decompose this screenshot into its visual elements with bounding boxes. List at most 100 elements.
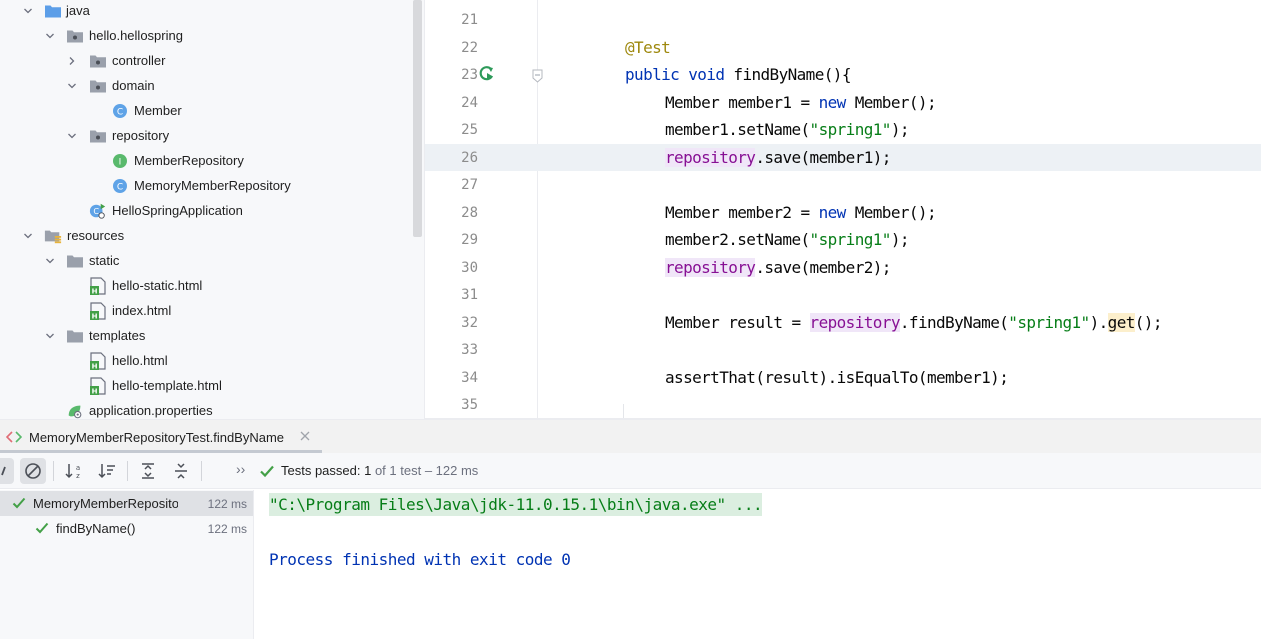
code-token: assertThat(result).isEqualTo(member1); — [665, 368, 1009, 387]
code-line[interactable]: 34 assertThat(result).isEqualTo(member1)… — [425, 364, 1261, 391]
tree-item-label: Member — [134, 103, 182, 118]
field-token: repository — [809, 313, 900, 332]
tree-item-templates[interactable]: templates — [0, 323, 411, 348]
check-icon — [35, 521, 49, 535]
console-command-line[interactable]: "C:\Program Files\Java\jdk-11.0.15.1\bin… — [269, 493, 763, 516]
tree-item-hello-html[interactable]: H hello.html — [0, 348, 411, 373]
code-line[interactable]: 28 Member member2 = new Member(); — [425, 199, 1261, 226]
tree-item-member-repository[interactable]: I MemberRepository — [0, 148, 411, 173]
tree-scrollbar-thumb[interactable] — [413, 0, 422, 237]
code-line[interactable]: 29 member2.setName("spring1"); — [425, 226, 1261, 253]
show-passed-toggle-icon[interactable] — [0, 458, 14, 484]
chevron-down-icon[interactable] — [64, 78, 80, 94]
test-result-row[interactable]: MemoryMemberRepositoryTest 122 ms — [0, 491, 253, 516]
code-editor[interactable]: 21 22 @Test 23 public void findByName(){… — [425, 0, 1261, 419]
line-number: 24 — [461, 94, 478, 111]
code-line[interactable]: 24 Member member1 = new Member(); — [425, 89, 1261, 116]
chevron-down-icon[interactable] — [42, 28, 58, 44]
chevron-down-icon[interactable] — [20, 3, 36, 19]
annotation-token: @Test — [625, 38, 671, 57]
tree-item-index-html[interactable]: H index.html — [0, 298, 411, 323]
project-tree: java hello.hellospring controller domain… — [0, 0, 425, 419]
tree-item-hello-static-html[interactable]: H hello-static.html — [0, 273, 411, 298]
field-token: repository — [665, 258, 756, 277]
code-line[interactable]: 23 public void findByName(){ — [425, 61, 1261, 88]
code-token: (); — [1134, 313, 1163, 332]
line-number: 23 — [461, 66, 478, 83]
svg-text:H: H — [92, 387, 98, 395]
console-output[interactable]: "C:\Program Files\Java\jdk-11.0.15.1\bin… — [255, 490, 1261, 639]
html-file-icon: H — [89, 276, 107, 295]
test-result-row[interactable]: findByName() 122 ms — [0, 516, 253, 541]
code-line[interactable]: 32 Member result = repository.findByName… — [425, 309, 1261, 336]
keyword-token: new — [818, 93, 847, 112]
code-line[interactable]: 22 @Test — [425, 34, 1261, 61]
tree-item-repository[interactable]: repository — [0, 123, 411, 148]
code-line[interactable]: 21 — [425, 6, 1261, 33]
tree-item-memory-member-repository[interactable]: C MemoryMemberRepository — [0, 173, 411, 198]
keyword-token: public — [625, 65, 680, 84]
chevron-down-icon[interactable] — [42, 328, 58, 344]
string-token: "spring1" — [809, 120, 892, 139]
tree-item-label: static — [89, 253, 120, 268]
tree-item-controller[interactable]: controller — [0, 48, 411, 73]
keyword-token: new — [818, 203, 847, 222]
line-number: 33 — [461, 341, 478, 358]
chevron-right-icon[interactable] — [64, 53, 80, 69]
code-line[interactable]: 33 — [425, 336, 1261, 363]
test-status-summary: Tests passed: 1 of 1 test – 122 ms — [281, 463, 478, 478]
tree-item-application-properties[interactable]: application.properties — [0, 398, 411, 419]
code-line[interactable]: 35 — [425, 391, 1261, 418]
code-text: Member result = repository.findByName("s… — [665, 313, 1162, 332]
expand-all-icon[interactable] — [135, 458, 161, 484]
tree-item-hello-spring-application[interactable]: C HelloSpringApplication — [0, 198, 411, 223]
more-actions-icon[interactable]: ›› — [236, 461, 245, 477]
sort-alphabetically-icon[interactable]: az — [61, 458, 87, 484]
tree-item-hello-template-html[interactable]: H hello-template.html — [0, 373, 411, 398]
tree-item-label: hello-template.html — [112, 378, 222, 393]
code-line-current[interactable]: 26 repository.save(member1); — [425, 144, 1261, 171]
chevron-down-icon[interactable] — [64, 128, 80, 144]
run-tab-title: MemoryMemberRepositoryTest.findByName — [29, 430, 285, 445]
code-token: member2.setName( — [665, 230, 810, 249]
svg-text:H: H — [92, 312, 98, 320]
folder-icon — [66, 252, 84, 270]
tree-item-label: resources — [67, 228, 125, 243]
line-number: 35 — [461, 396, 478, 413]
show-ignored-toggle-icon[interactable] — [20, 458, 46, 484]
html-file-icon: H — [89, 376, 107, 395]
resources-folder-icon — [44, 227, 62, 245]
svg-text:z: z — [76, 472, 80, 480]
sort-by-duration-icon[interactable] — [94, 458, 120, 484]
code-line[interactable]: 25 member1.setName("spring1"); — [425, 116, 1261, 143]
chevron-down-icon[interactable] — [42, 253, 58, 269]
collapse-all-icon[interactable] — [168, 458, 194, 484]
close-icon[interactable] — [298, 429, 312, 443]
warning-highlight-token: get — [1107, 313, 1135, 332]
tree-item-java[interactable]: java — [0, 0, 411, 23]
code-token: member1.setName( — [665, 120, 810, 139]
line-number: 34 — [461, 369, 478, 386]
tree-item-resources[interactable]: resources — [0, 223, 411, 248]
code-text: repository.save(member2); — [665, 258, 891, 277]
run-test-gutter-icon[interactable] — [477, 64, 497, 84]
tree-item-static[interactable]: static — [0, 248, 411, 273]
chevron-down-icon[interactable] — [20, 228, 36, 244]
fold-marker-icon[interactable] — [532, 69, 543, 83]
code-text: @Test — [625, 38, 671, 57]
status-prefix: Tests passed: — [281, 463, 365, 478]
code-line[interactable]: 31 — [425, 281, 1261, 308]
line-number: 21 — [461, 11, 478, 28]
svg-text:I: I — [119, 157, 122, 167]
code-line[interactable]: 27 — [425, 171, 1261, 198]
tree-item-member[interactable]: C Member — [0, 98, 411, 123]
indent-guide — [623, 404, 624, 419]
code-text: member2.setName("spring1"); — [665, 230, 910, 249]
tree-item-domain[interactable]: domain — [0, 73, 411, 98]
line-number: 25 — [461, 121, 478, 138]
code-token: .save(member1); — [755, 148, 891, 167]
total-count: of 1 test — [371, 463, 422, 478]
code-line[interactable]: 30 repository.save(member2); — [425, 254, 1261, 281]
code-token: ). — [1089, 313, 1109, 332]
tree-item-hello-hellospring[interactable]: hello.hellospring — [0, 23, 411, 48]
